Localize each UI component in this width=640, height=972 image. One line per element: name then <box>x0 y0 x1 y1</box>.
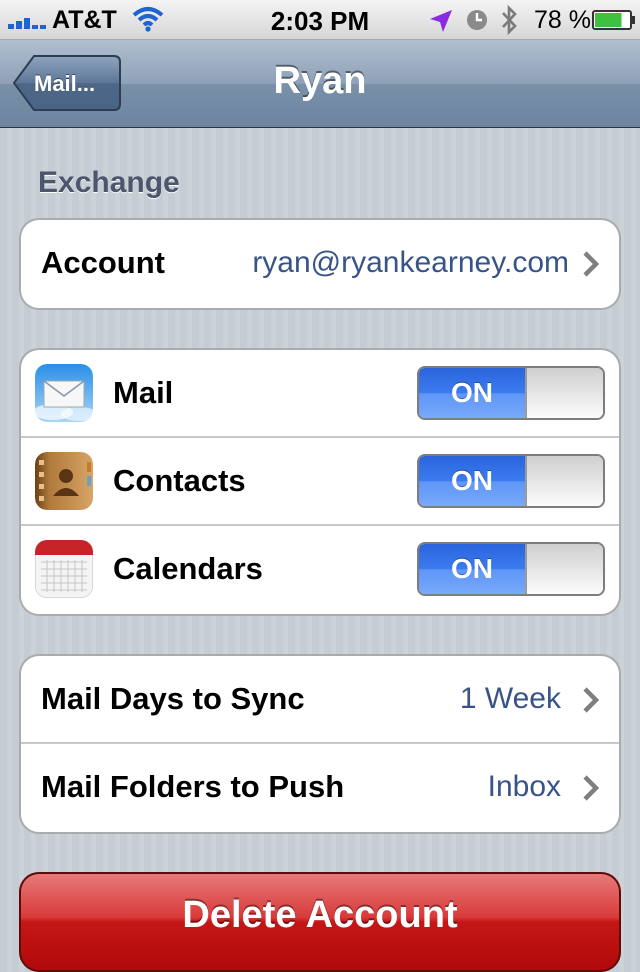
sync-label-calendars: Calendars <box>113 551 263 586</box>
section-header-exchange: Exchange <box>38 166 180 199</box>
battery-percentage: 78 % <box>534 6 591 34</box>
toggle-on-label: ON <box>419 544 525 594</box>
toggle-knob[interactable] <box>525 368 603 418</box>
bluetooth-icon <box>502 4 517 36</box>
battery-icon <box>592 10 635 30</box>
toggle-on-label: ON <box>419 456 525 506</box>
toggle-on-label: ON <box>419 368 525 418</box>
sync-row-mail: Mail ON <box>21 350 619 438</box>
navigation-bar: Mail... Ryan <box>0 40 640 128</box>
account-row[interactable]: Account ryan@ryankearney.com <box>21 220 619 308</box>
sync-toggles-group: Mail ON Contacts ON Calendars ON <box>19 348 621 616</box>
sync-label-contacts: Contacts <box>113 463 246 498</box>
page-title: Ryan <box>273 60 367 102</box>
contacts-app-icon <box>35 452 93 510</box>
sync-row-calendars: Calendars ON <box>21 526 619 614</box>
mail-folders-to-push-value: Inbox <box>487 770 561 803</box>
chevron-right-icon <box>583 687 600 713</box>
mail-folders-to-push-row[interactable]: Mail Folders to Push Inbox <box>21 744 619 832</box>
mail-sync-toggle[interactable]: ON <box>417 366 605 420</box>
mail-app-icon <box>35 364 93 422</box>
sync-row-contacts: Contacts ON <box>21 438 619 526</box>
account-label: Account <box>41 245 165 280</box>
calendar-app-icon <box>35 540 93 598</box>
contacts-sync-toggle[interactable]: ON <box>417 454 605 508</box>
mail-folders-to-push-label: Mail Folders to Push <box>41 769 345 804</box>
sync-label-mail: Mail <box>113 375 174 410</box>
location-arrow-icon <box>430 10 452 32</box>
account-group: Account ryan@ryankearney.com <box>19 218 621 310</box>
toggle-knob[interactable] <box>525 456 603 506</box>
clock-icon <box>467 10 487 30</box>
chevron-right-icon <box>583 251 600 277</box>
account-value: ryan@ryankearney.com <box>252 246 569 279</box>
mail-days-to-sync-label: Mail Days to Sync <box>41 681 305 716</box>
mail-days-to-sync-value: 1 Week <box>459 682 561 715</box>
status-bar: AT&T 2:03 PM 78 % <box>0 0 640 40</box>
calendars-sync-toggle[interactable]: ON <box>417 542 605 596</box>
delete-account-button[interactable]: Delete Account <box>19 872 621 972</box>
mail-settings-group: Mail Days to Sync 1 Week Mail Folders to… <box>19 654 621 834</box>
toggle-knob[interactable] <box>525 544 603 594</box>
mail-days-to-sync-row[interactable]: Mail Days to Sync 1 Week <box>21 656 619 744</box>
chevron-right-icon <box>583 775 600 801</box>
